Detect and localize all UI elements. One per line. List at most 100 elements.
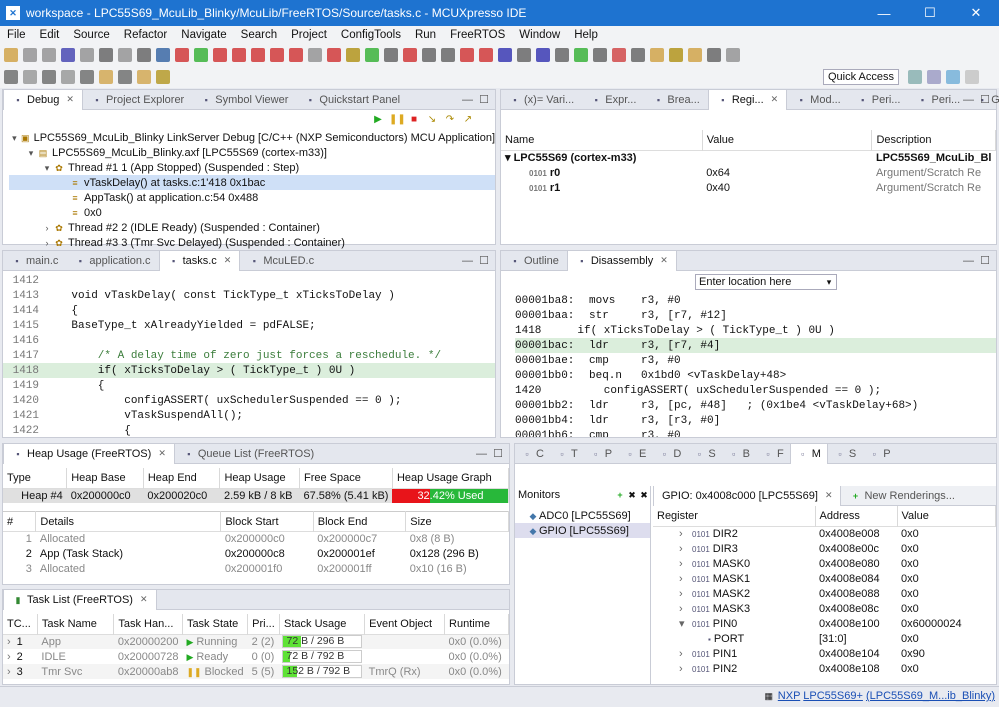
gpio-register-row[interactable]: › 0101 PIN2 0x4008e108 0x0 — [653, 661, 996, 676]
toolbar-icon-8[interactable] — [156, 48, 170, 62]
disassembly-line[interactable]: 00001bb4: ldr r3, [r3, #0] — [515, 413, 996, 428]
expand-icon[interactable] — [57, 192, 69, 204]
expand-icon[interactable]: › — [679, 528, 689, 540]
task-col-6[interactable]: Event Object — [364, 614, 446, 634]
toolbar-icon-5[interactable] — [99, 48, 113, 62]
tab--x-vari[interactable]: ▪ (x)= Vari... — [501, 90, 582, 110]
task-row[interactable]: › 2 IDLE 0x20000728 ▶ Ready 0 (0) 72 B / 792 B0… — [3, 649, 509, 664]
remove-all-icon[interactable]: ✖ — [638, 489, 650, 501]
expand-icon[interactable]: › — [679, 543, 689, 555]
toolbar-icon-29[interactable] — [555, 48, 569, 62]
debug-tree-item[interactable]: ▾ ▤ LPC55S69_McuLib_Blinky.axf [LPC55S69 (… — [9, 145, 495, 160]
maximize-button[interactable]: ☐ — [907, 0, 953, 26]
block-col-0[interactable]: # — [3, 511, 37, 532]
disassembly-line[interactable]: 1420 configASSERT( uxSchedulerSuspended … — [515, 383, 996, 398]
task-col-7[interactable]: Runtime — [444, 614, 509, 634]
toolbar-icon-33[interactable] — [631, 48, 645, 62]
tab-peri[interactable]: ▪ Peri... — [849, 90, 909, 110]
toolbar-icon-17[interactable] — [327, 48, 341, 62]
col-description[interactable]: Description — [871, 130, 996, 150]
toolbar-icon-10[interactable] — [194, 48, 208, 62]
gpio-register-row[interactable]: › 0101 MASK1 0x4008e084 0x0 — [653, 571, 996, 586]
gpio-register-row[interactable]: › 0101 DIR3 0x4008e00c 0x0 — [653, 541, 996, 556]
tab-memory-9[interactable]: ▫ S — [828, 444, 862, 464]
minimize-view-icon[interactable]: — — [963, 94, 974, 106]
maximize-view-icon[interactable]: ☐ — [479, 93, 489, 106]
expand-icon[interactable]: › — [679, 648, 689, 660]
chevron-down-icon[interactable]: ▾ — [823, 276, 835, 288]
gpio-register-row[interactable]: ▪ PORT [31:0] 0x0 — [653, 631, 996, 646]
toolbar-icon-31[interactable] — [593, 48, 607, 62]
menu-project[interactable]: Project — [284, 29, 334, 41]
expand-icon[interactable]: › — [679, 603, 689, 615]
suspend-icon[interactable]: ❚❚ — [389, 113, 406, 127]
col-name[interactable]: Name — [501, 130, 703, 150]
expand-icon[interactable] — [57, 207, 69, 219]
menu-file[interactable]: File — [0, 29, 33, 41]
code-line[interactable]: 1413 void vTaskDelay( const TickType_t x… — [3, 288, 495, 303]
block-col-2[interactable]: Block Start — [220, 511, 314, 532]
expand-icon[interactable]: › — [7, 636, 11, 648]
toolbar-icon-37[interactable] — [707, 48, 721, 62]
tab-debug[interactable]: ▪ Debug ✕ — [3, 89, 83, 110]
expand-icon[interactable]: ▾ — [41, 162, 53, 174]
gpio-register-row[interactable]: › 0101 MASK3 0x4008e08c 0x0 — [653, 601, 996, 616]
expand-icon[interactable]: ▾ — [9, 132, 20, 144]
expand-icon[interactable]: › — [41, 222, 53, 234]
toolbar-icon-22[interactable] — [422, 48, 436, 62]
minimize-view-icon[interactable]: — — [963, 255, 974, 267]
toolbar-icon-26[interactable] — [498, 48, 512, 62]
toolbar-icon-23[interactable] — [441, 48, 455, 62]
tab-mculed-c[interactable]: ▪ McuLED.c — [240, 251, 322, 271]
toolbar-icon-21[interactable] — [403, 48, 417, 62]
disassembly-line[interactable]: 00001bb6: cmp r3, #0 — [515, 428, 996, 438]
disassembly-line[interactable]: 00001bae: cmp r3, #0 — [515, 353, 996, 368]
toolbar-icon-11[interactable] — [213, 48, 227, 62]
expand-icon[interactable]: › — [679, 573, 689, 585]
toolbar2-icon-3[interactable] — [99, 70, 113, 84]
location-input[interactable]: Enter location here — [695, 274, 837, 290]
toolbar-icon-1[interactable] — [23, 48, 37, 62]
task-col-2[interactable]: Task Han... — [113, 614, 183, 634]
step-into-icon[interactable]: ↘ — [425, 113, 439, 127]
expand-icon[interactable]: › — [41, 237, 53, 249]
tab-memory-0[interactable]: ▫ C — [515, 444, 550, 464]
tab-memory-10[interactable]: ▫ P — [862, 444, 896, 464]
col-value[interactable]: Value — [702, 130, 873, 150]
tab-application-c[interactable]: ▪ application.c — [66, 251, 158, 271]
gpio-register-row[interactable]: › 0101 DIR2 0x4008e008 0x0 — [653, 526, 996, 541]
close-icon[interactable]: ✕ — [158, 448, 166, 459]
toolbar-icon-3[interactable] — [61, 48, 75, 62]
expand-icon[interactable] — [57, 177, 69, 189]
status-vendor[interactable]: NXP — [778, 690, 800, 702]
tab-mod[interactable]: ▪ Mod... — [787, 90, 849, 110]
tab-regi[interactable]: ▪ Regi... ✕ — [707, 89, 788, 110]
quick-access-input[interactable]: Quick Access — [822, 69, 899, 85]
close-icon[interactable]: ✕ — [660, 255, 668, 266]
debug-tree-item[interactable]: ≡ vTaskDelay() at tasks.c:1'418 0x1bac — [9, 175, 495, 190]
expand-icon[interactable]: › — [7, 651, 11, 663]
register-group-row[interactable]: ▾ LPC55S69 (cortex-m33) LPC55S69_McuLib_… — [501, 150, 996, 165]
tab-memory-1[interactable]: ▫ T — [550, 444, 584, 464]
minimize-view-icon[interactable]: — — [476, 448, 487, 460]
block-col-1[interactable]: Details — [35, 511, 222, 532]
tab-heap-usage-freertos[interactable]: ▪ Heap Usage (FreeRTOS) ✕ — [3, 444, 175, 464]
code-line[interactable]: 1418 if( xTicksToDelay > ( TickType_t ) … — [3, 363, 495, 378]
disassembly-line[interactable]: 00001baa: str r3, [r7, #12] — [515, 308, 996, 323]
menu-navigate[interactable]: Navigate — [174, 29, 233, 41]
expand-icon[interactable]: ▾ — [679, 617, 689, 630]
disassembly-line[interactable]: 00001ba8: movs r3, #0 — [515, 293, 996, 308]
monitor-item[interactable]: ◆ ADC0 [LPC55S69] — [515, 508, 650, 523]
task-row[interactable]: › 3 Tmr Svc 0x20000ab8 ❚❚ Blocked 5 (5) 152 B /… — [3, 664, 509, 679]
maximize-view-icon[interactable]: ☐ — [479, 254, 489, 267]
maximize-view-icon[interactable]: ☐ — [493, 447, 503, 460]
toolbar-icon-25[interactable] — [479, 48, 493, 62]
toolbar-icon-34[interactable] — [650, 48, 664, 62]
remove-monitor-icon[interactable]: ✖ — [626, 489, 638, 501]
block-row[interactable]: 2 App (Task Stack) 0x200000c8 0x200001ef 0x1… — [3, 547, 509, 562]
status-project[interactable]: (LPC55S69_M...ib_Blinky) — [866, 690, 995, 702]
toolbar-icon-0[interactable] — [4, 48, 18, 62]
heap-col-0[interactable]: Type — [3, 468, 68, 488]
perspective-icon[interactable] — [908, 70, 922, 84]
task-col-5[interactable]: Stack Usage — [279, 614, 366, 634]
